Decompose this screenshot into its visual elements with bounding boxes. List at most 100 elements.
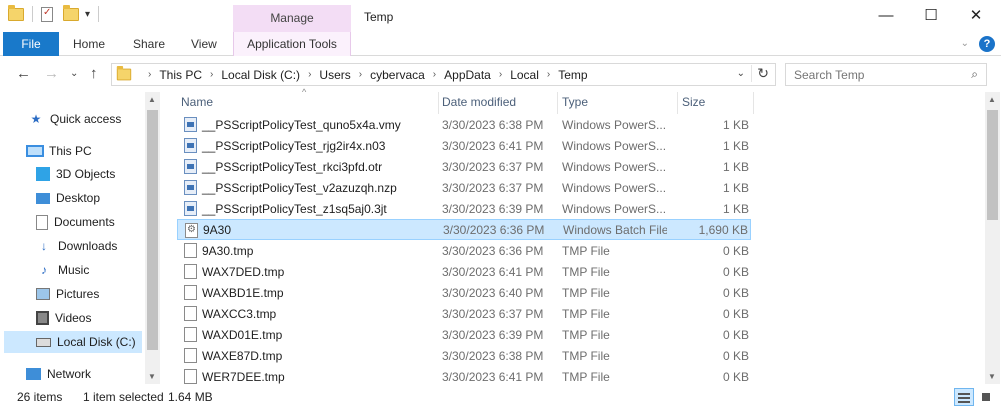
music-icon: ♪ bbox=[41, 263, 47, 277]
desktop-icon bbox=[36, 192, 50, 204]
nav-item-label: Network bbox=[47, 367, 92, 381]
file-row-selected[interactable]: 9A30 3/30/2023 6:36 PM Windows Batch File 1… bbox=[177, 219, 751, 240]
file-type: TMP File bbox=[562, 369, 610, 384]
column-divider[interactable] bbox=[557, 92, 558, 114]
nav-item-this-pc[interactable]: This PC bbox=[26, 140, 92, 162]
column-header-name[interactable]: Name bbox=[181, 95, 213, 109]
title-bar: ▾ Manage Temp — ☐ ✕ bbox=[0, 0, 1001, 32]
window-title: Temp bbox=[364, 10, 394, 24]
chevron-right-icon[interactable]: › bbox=[308, 69, 311, 80]
file-row[interactable]: WAXCC3.tmp 3/30/2023 6:37 PM TMP File 0 KB bbox=[177, 303, 751, 324]
divider bbox=[32, 6, 33, 22]
tab-view[interactable]: View bbox=[191, 32, 217, 56]
file-row[interactable]: __PSScriptPolicyTest_quno5x4a.vmy 3/30/20… bbox=[177, 114, 751, 135]
nav-item-desktop[interactable]: Desktop bbox=[36, 187, 100, 209]
breadcrumb-temp[interactable]: Temp bbox=[558, 68, 587, 82]
nav-item-quick-access[interactable]: ★ Quick access bbox=[28, 108, 122, 130]
scrollbar-thumb[interactable] bbox=[147, 110, 158, 350]
scroll-up-icon[interactable]: ▲ bbox=[988, 95, 996, 104]
back-button[interactable]: ← bbox=[16, 65, 31, 82]
help-icon[interactable]: ? bbox=[979, 36, 995, 52]
customize-toolbar-chevron-icon[interactable]: ▾ bbox=[85, 9, 90, 20]
tab-file[interactable]: File bbox=[3, 32, 59, 56]
new-folder-icon[interactable] bbox=[63, 4, 79, 21]
tab-share[interactable]: Share bbox=[133, 32, 165, 56]
selection-count: 1 item selected bbox=[83, 390, 164, 404]
manage-contextual-tab[interactable]: Manage bbox=[233, 5, 351, 32]
address-bar[interactable]: › This PC › Local Disk (C:) › Users › cy… bbox=[111, 63, 776, 86]
scroll-down-icon[interactable]: ▼ bbox=[988, 372, 996, 381]
breadcrumb-user[interactable]: cybervaca bbox=[370, 68, 425, 82]
file-row[interactable]: WAX7DED.tmp 3/30/2023 6:41 PM TMP File 0 KB bbox=[177, 261, 751, 282]
chevron-right-icon[interactable]: › bbox=[359, 69, 362, 80]
nav-item-downloads[interactable]: ↓ Downloads bbox=[36, 235, 117, 257]
file-row[interactable]: __PSScriptPolicyTest_z1sq5aj0.3jt 3/30/20… bbox=[177, 198, 751, 219]
column-header-type[interactable]: Type bbox=[562, 95, 588, 109]
column-divider[interactable] bbox=[677, 92, 678, 114]
search-icon[interactable]: ⌕ bbox=[971, 67, 978, 82]
column-header-size[interactable]: Size bbox=[682, 95, 705, 109]
file-row[interactable]: 9A30.tmp 3/30/2023 6:36 PM TMP File 0 KB bbox=[177, 240, 751, 261]
address-dropdown-chevron-icon[interactable]: ⌄ bbox=[737, 68, 745, 79]
nav-item-pictures[interactable]: Pictures bbox=[36, 283, 99, 305]
nav-item-network[interactable]: Network bbox=[26, 363, 91, 385]
drive-icon bbox=[36, 337, 51, 347]
nav-item-local-disk[interactable]: Local Disk (C:) bbox=[4, 331, 142, 353]
search-box[interactable]: ⌕ bbox=[785, 63, 987, 86]
refresh-icon[interactable]: ↻ bbox=[751, 65, 769, 82]
maximize-button[interactable]: ☐ bbox=[908, 5, 954, 29]
breadcrumb-local[interactable]: Local bbox=[510, 68, 539, 82]
nav-item-videos[interactable]: Videos bbox=[36, 307, 91, 329]
file-date: 3/30/2023 6:36 PM bbox=[443, 222, 545, 237]
details-view-button[interactable] bbox=[954, 388, 974, 406]
file-row[interactable]: WAXD01E.tmp 3/30/2023 6:39 PM TMP File 0 KB bbox=[177, 324, 751, 345]
up-button[interactable]: ↑ bbox=[90, 65, 98, 82]
search-input[interactable] bbox=[786, 64, 956, 85]
chevron-right-icon[interactable]: › bbox=[499, 69, 502, 80]
star-icon: ★ bbox=[30, 112, 42, 126]
breadcrumb-appdata[interactable]: AppData bbox=[444, 68, 491, 82]
powershell-file-icon bbox=[184, 201, 197, 216]
ribbon-tabs: File Home Share View Application Tools ⌄… bbox=[0, 32, 1001, 56]
file-type: TMP File bbox=[562, 243, 610, 258]
chevron-right-icon[interactable]: › bbox=[210, 69, 213, 80]
file-row[interactable]: WAXBD1E.tmp 3/30/2023 6:40 PM TMP File 0 KB bbox=[177, 282, 751, 303]
breadcrumb-users[interactable]: Users bbox=[319, 68, 350, 82]
chevron-right-icon[interactable]: › bbox=[148, 69, 151, 80]
column-divider[interactable] bbox=[438, 92, 439, 114]
expand-ribbon-chevron-icon[interactable]: ⌄ bbox=[961, 38, 969, 49]
file-icon bbox=[184, 348, 197, 363]
forward-button[interactable]: → bbox=[44, 65, 59, 82]
minimize-button[interactable]: — bbox=[863, 5, 909, 29]
file-row[interactable]: __PSScriptPolicyTest_rjg2ir4x.n03 3/30/20… bbox=[177, 135, 751, 156]
scroll-down-icon[interactable]: ▼ bbox=[148, 372, 156, 381]
tab-home[interactable]: Home bbox=[73, 32, 105, 56]
nav-item-music[interactable]: ♪ Music bbox=[36, 259, 89, 281]
folder-icon bbox=[8, 4, 24, 21]
breadcrumb-this-pc[interactable]: This PC bbox=[159, 68, 202, 82]
powershell-file-icon bbox=[184, 138, 197, 153]
column-divider[interactable] bbox=[753, 92, 754, 114]
file-row[interactable]: WER7DEE.tmp 3/30/2023 6:41 PM TMP File 0 KB bbox=[177, 366, 751, 387]
column-header-date[interactable]: Date modified bbox=[442, 95, 516, 109]
nav-item-label: 3D Objects bbox=[56, 167, 116, 181]
nav-item-documents[interactable]: Documents bbox=[36, 211, 115, 233]
scroll-up-icon[interactable]: ▲ bbox=[148, 95, 156, 104]
chevron-right-icon[interactable]: › bbox=[547, 69, 550, 80]
close-button[interactable]: ✕ bbox=[953, 5, 999, 29]
breadcrumb-local-disk[interactable]: Local Disk (C:) bbox=[221, 68, 300, 82]
file-row[interactable]: __PSScriptPolicyTest_rkci3pfd.otr 3/30/20… bbox=[177, 156, 751, 177]
chevron-right-icon[interactable]: › bbox=[433, 69, 436, 80]
properties-icon[interactable] bbox=[41, 6, 53, 22]
nav-item-3d-objects[interactable]: 3D Objects bbox=[36, 163, 115, 185]
sort-ascending-icon: ^ bbox=[302, 87, 307, 97]
recent-locations-chevron-icon[interactable]: ⌄ bbox=[70, 68, 78, 79]
scrollbar-thumb[interactable] bbox=[987, 110, 998, 220]
large-icons-view-button[interactable] bbox=[976, 388, 996, 406]
file-list-scrollbar[interactable]: ▲ ▼ bbox=[985, 92, 1000, 384]
tab-application-tools[interactable]: Application Tools bbox=[233, 32, 351, 56]
file-row[interactable]: WAXE87D.tmp 3/30/2023 6:38 PM TMP File 0 KB bbox=[177, 345, 751, 366]
breadcrumb: › This PC › Local Disk (C:) › Users › cy… bbox=[140, 68, 588, 82]
nav-scrollbar[interactable]: ▲ ▼ bbox=[145, 92, 160, 384]
file-row[interactable]: __PSScriptPolicyTest_v2azuzqh.nzp 3/30/20… bbox=[177, 177, 751, 198]
